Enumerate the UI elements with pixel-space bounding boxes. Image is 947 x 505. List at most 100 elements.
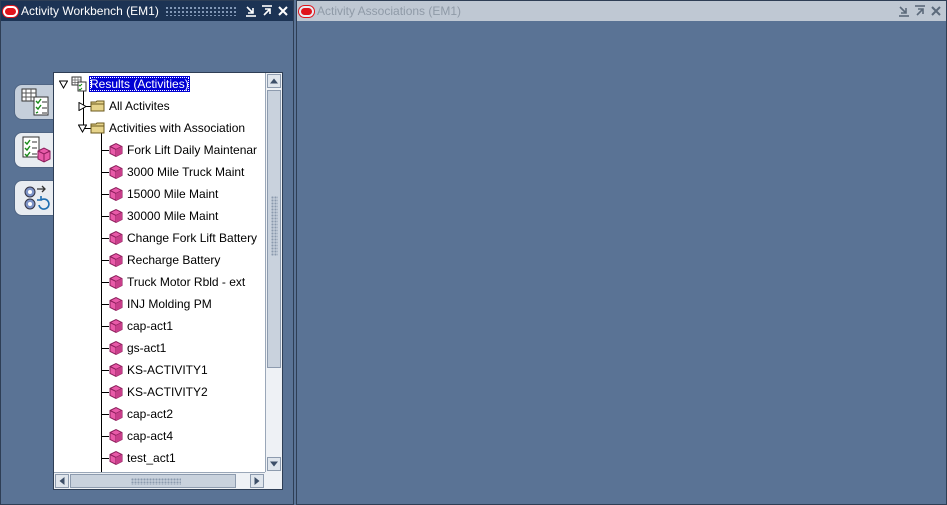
results-view-button[interactable] (14, 84, 58, 120)
associations-content-area (297, 21, 946, 504)
arrow-right-icon (254, 477, 260, 485)
oracle-logo-icon (299, 5, 314, 17)
tree-vertical-scrollbar[interactable] (265, 73, 282, 473)
tree-folder-label: All Activites (109, 99, 170, 113)
scroll-up-button[interactable] (267, 74, 281, 88)
tree-activity-item[interactable]: 15000 Mile Maint (108, 184, 219, 204)
scroll-left-button[interactable] (55, 474, 69, 488)
tree-activity-item[interactable]: test_act1 (108, 448, 177, 468)
tree-activity-item[interactable]: cap-act2 (108, 404, 174, 424)
activity-cube-icon (109, 142, 123, 158)
tree-horizontal-scrollbar[interactable] (54, 472, 266, 489)
tree-activity-label: test_act1 (127, 451, 176, 465)
scroll-down-button[interactable] (267, 457, 281, 471)
activity-cube-icon (109, 164, 123, 180)
activity-tree-panel: Results (Activities) All Activites Activ… (53, 72, 283, 490)
scroll-corner (265, 472, 282, 489)
results-table-icon (71, 76, 87, 92)
tree-activity-label: KS-ACTIVITY2 (127, 385, 208, 399)
close-button[interactable] (929, 4, 943, 18)
tree-activity-item[interactable]: 30000 Mile Maint (108, 206, 219, 226)
tree-activity-item[interactable]: INJ Molding PM (108, 294, 213, 314)
tree-activity-label: gs-act1 (127, 341, 167, 355)
minimize-icon (246, 6, 256, 17)
tree-activity-item[interactable]: cap-act1 (108, 316, 174, 336)
minimize-icon (899, 6, 909, 17)
tree-activity-label: KS-ACTIVITY1 (127, 363, 208, 377)
tree-activity-label: Truck Motor Rbld - ext (127, 275, 246, 289)
tree-activity-label: Recharge Battery (127, 253, 221, 267)
activity-cube-icon (109, 252, 123, 268)
activity-tree: Results (Activities) All Activites Activ… (54, 73, 266, 473)
tree-activity-item[interactable]: Recharge Battery (108, 250, 221, 270)
collapse-triangle-icon[interactable] (59, 80, 68, 89)
results-grid-icon (21, 88, 49, 116)
folder-icon (90, 100, 105, 112)
tree-connector (101, 133, 102, 473)
tree-activity-label: Change Fork Lift Battery (127, 231, 258, 245)
tree-activity-label: cap-act4 (127, 429, 174, 443)
tree-activity-label: 15000 Mile Maint (127, 187, 219, 201)
expand-triangle-icon[interactable] (78, 102, 87, 111)
scroll-right-button[interactable] (250, 474, 264, 488)
maximize-button[interactable] (260, 4, 274, 18)
maximize-icon (915, 5, 925, 16)
activity-cube-icon (109, 428, 123, 444)
collapse-triangle-icon[interactable] (78, 124, 87, 133)
tree-activity-item[interactable]: gs-act1 (108, 338, 167, 358)
activity-cube-icon (109, 296, 123, 312)
minimize-button[interactable] (244, 4, 258, 18)
activity-associations-window: Activity Associations (EM1) (296, 0, 947, 505)
tree-folder-activities-with-association[interactable]: Activities with Association (90, 118, 246, 138)
horizontal-scroll-thumb[interactable] (70, 474, 236, 488)
tree-activity-label: INJ Molding PM (127, 297, 212, 311)
minimize-button[interactable] (897, 4, 911, 18)
activity-cube-icon (109, 318, 123, 334)
activity-cube-icon (109, 406, 123, 422)
activity-cube-icon (109, 186, 123, 202)
tree-activity-item[interactable]: 3000 Mile Truck Maint (108, 162, 245, 182)
window-title: Activity Associations (EM1) (317, 4, 462, 18)
folder-open-icon (90, 122, 105, 134)
checklist-activity-icon (22, 136, 51, 163)
tree-activity-item[interactable]: Fork Lift Daily Maintenar (108, 140, 258, 160)
tree-activity-label: 3000 Mile Truck Maint (127, 165, 245, 179)
arrow-left-icon (59, 477, 65, 485)
associations-view-button[interactable] (14, 132, 58, 168)
activity-cube-icon (109, 340, 123, 356)
window-title: Activity Workbench (EM1) (21, 4, 159, 18)
close-button[interactable] (276, 4, 290, 18)
maximize-icon (262, 5, 272, 16)
activity-cube-icon (109, 362, 123, 378)
tree-activity-item[interactable]: cap-act4 (108, 426, 174, 446)
window-titlebar[interactable]: Activity Associations (EM1) (297, 1, 946, 21)
tree-activity-item[interactable]: Truck Motor Rbld - ext (108, 272, 246, 292)
activity-cube-icon (109, 208, 123, 224)
activity-cube-icon (109, 450, 123, 466)
close-icon (931, 6, 941, 16)
oracle-logo-icon (3, 5, 18, 17)
maximize-button[interactable] (913, 4, 927, 18)
arrow-down-icon (270, 461, 278, 467)
gears-refresh-icon (24, 185, 50, 210)
window-titlebar[interactable]: Activity Workbench (EM1) (1, 1, 293, 21)
gears-refresh-button[interactable] (14, 180, 58, 216)
titlebar-drag-area[interactable] (467, 6, 891, 16)
tree-activity-label: Fork Lift Daily Maintenar (127, 143, 258, 157)
tree-root-node[interactable]: Results (Activities) (71, 74, 190, 94)
activity-cube-icon (109, 230, 123, 246)
tree-activity-item[interactable]: KS-ACTIVITY1 (108, 360, 209, 380)
tree-folder-all-activities[interactable]: All Activites (90, 96, 171, 116)
arrow-up-icon (270, 78, 278, 84)
vertical-scroll-thumb[interactable] (267, 90, 281, 368)
tree-root-label: Results (Activities) (89, 76, 190, 92)
tree-activity-label: cap-act2 (127, 407, 174, 421)
tree-activity-label: 30000 Mile Maint (127, 209, 219, 223)
tree-activity-item[interactable]: Change Fork Lift Battery (108, 228, 258, 248)
titlebar-grip[interactable] (164, 6, 238, 16)
tree-activity-item[interactable]: KS-ACTIVITY2 (108, 382, 209, 402)
activity-cube-icon (109, 384, 123, 400)
close-icon (278, 6, 288, 16)
activity-workbench-window: Activity Workbench (EM1) Results (Activi… (0, 0, 294, 505)
tree-activity-label: cap-act1 (127, 319, 174, 333)
